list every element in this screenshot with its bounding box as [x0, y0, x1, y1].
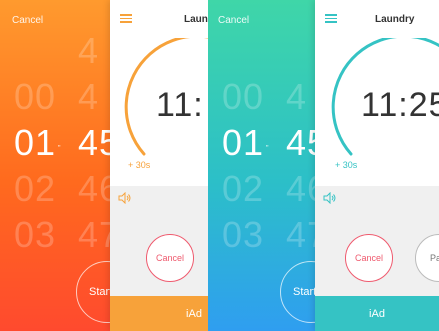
start-label: Start [293, 286, 315, 298]
minute-row: 03 [14, 214, 57, 255]
countdown-time: 11:25 [361, 86, 439, 124]
speaker-icon[interactable] [323, 192, 337, 204]
second-row: 46 [78, 168, 110, 209]
minute-row [14, 28, 64, 74]
countdown-time: 11: [156, 86, 204, 124]
iad-banner[interactable]: iAd [110, 296, 208, 331]
orange-timer-picker: Cancel 00 01" 02 03 4 4 45 46 47 Start [0, 0, 110, 331]
second-row: 4 [286, 76, 308, 117]
second-row: 47 [78, 214, 110, 255]
timer-title: Laundry [375, 14, 415, 25]
start-button[interactable]: Start [76, 261, 110, 323]
second-row [286, 28, 315, 74]
cancel-label: Cancel [155, 253, 184, 263]
minute-row: 02 [222, 168, 265, 209]
iad-banner[interactable]: iAd [315, 296, 439, 331]
second-row-selected: 45 [78, 122, 110, 163]
iad-label: iAd [186, 307, 202, 320]
second-row: 4 [78, 76, 100, 117]
minutes-wheel[interactable]: 00 01 " 02 03 [222, 28, 272, 258]
start-button[interactable]: Start [280, 261, 315, 323]
second-row: 46 [286, 168, 315, 209]
minute-row: 02 [14, 168, 57, 209]
minute-row [222, 28, 272, 74]
pause-label: Pause [430, 253, 439, 263]
second-row: 47 [286, 214, 315, 255]
menu-icon[interactable] [325, 14, 337, 23]
menu-icon[interactable] [120, 14, 132, 23]
second-row-selected: 45 [286, 122, 315, 163]
minute-row: 03 [222, 214, 265, 255]
add-30s-button[interactable]: + 30s [128, 160, 150, 170]
speaker-icon[interactable] [118, 192, 132, 204]
minute-row: 00 [222, 76, 265, 117]
minute-row-selected: 01 " [14, 122, 62, 163]
iad-label: iAd [369, 307, 385, 320]
teal-timer-picker: Cancel 00 01" 02 03 4 45 46 47 Start [208, 0, 315, 331]
seconds-wheel[interactable]: 4 4 45 46 47 [78, 28, 110, 258]
orange-timer-screen: Laundry 11: + 30s Cancel iAd [110, 0, 208, 331]
minute-row: 00 [14, 76, 57, 117]
cancel-label: Cancel [354, 253, 383, 263]
minutes-wheel[interactable]: 00 01 " 02 03 [14, 28, 64, 258]
second-row: 4 [78, 30, 100, 71]
teal-timer-screen: Laundry 11:25 + 30s Cancel Pause iAd [315, 0, 439, 331]
timer-title: Laundry [184, 14, 208, 25]
add-30s-button[interactable]: + 30s [335, 160, 357, 170]
cancel-timer-button[interactable]: Cancel [345, 234, 393, 282]
start-label: Start [89, 286, 110, 298]
picker-cancel-link[interactable]: Cancel [218, 15, 249, 26]
minute-row-selected: 01 " [222, 122, 270, 163]
seconds-wheel[interactable]: 4 45 46 47 [286, 28, 315, 258]
picker-cancel-link[interactable]: Cancel [12, 15, 43, 26]
cancel-timer-button[interactable]: Cancel [146, 234, 194, 282]
